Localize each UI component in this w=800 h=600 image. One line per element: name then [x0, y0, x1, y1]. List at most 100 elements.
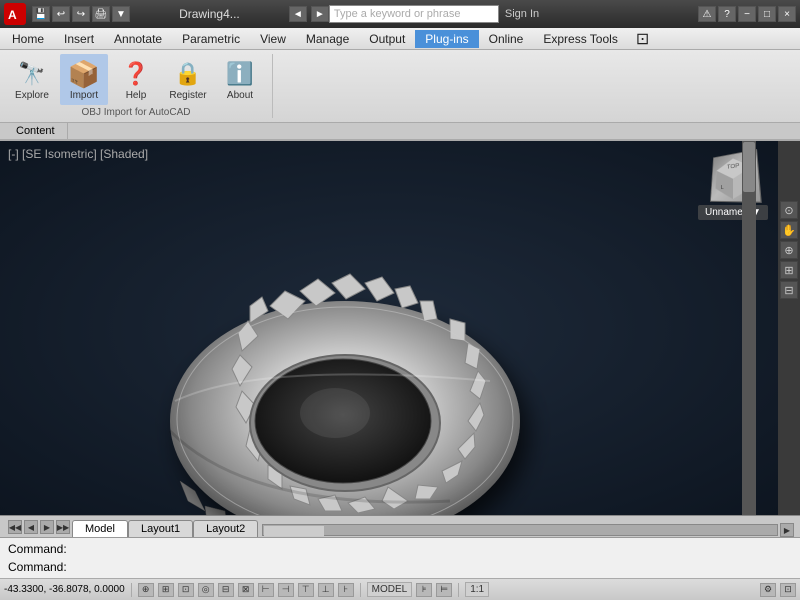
viewcube-label[interactable]: Unnamed ▼ — [698, 205, 768, 220]
tab-layout1[interactable]: Layout1 — [128, 520, 193, 537]
ribbon-btn-import[interactable]: 📦 Import — [60, 54, 108, 105]
status-bar: -43.3300, -36.8078, 0.0000 ⊕ ⊞ ⊡ ◎ ⊟ ⊠ ⊢… — [0, 578, 800, 600]
viewcube[interactable]: TOP L R Unnamed ▼ — [698, 151, 768, 221]
print-btn[interactable]: 🖨 — [92, 6, 110, 22]
rt-orbit-btn[interactable]: ⊙ — [780, 201, 798, 219]
help-label: Help — [126, 90, 147, 101]
register-label: Register — [169, 90, 206, 101]
drawing-title: Drawing4... — [130, 7, 289, 21]
quick-save-btn[interactable]: 💾 — [32, 6, 50, 22]
otrack-btn[interactable]: ⊠ — [238, 583, 254, 597]
ribbon-content: 🔭 Explore 📦 Import ❓ Help 🔒 Register — [0, 50, 800, 122]
rt-extra-btn[interactable]: ⊟ — [780, 281, 798, 299]
model-space-btn[interactable]: MODEL — [367, 582, 413, 597]
tpmode-btn[interactable]: ⊥ — [318, 583, 334, 597]
coords-display: -43.3300, -36.8078, 0.0000 — [4, 584, 125, 595]
main-layout: A 💾 ↩ ↪ 🖨 ▼ Drawing4... ◄ ► Type a keywo… — [0, 0, 800, 600]
search-placeholder: Type a keyword or phrase — [334, 8, 461, 20]
menu-extra[interactable]: ⊡ — [628, 29, 657, 49]
viewport-vscroll[interactable] — [742, 141, 756, 515]
sign-in-link[interactable]: Sign In — [505, 8, 539, 20]
menu-home[interactable]: Home — [2, 30, 54, 48]
tab-last-btn[interactable]: ▶▶ — [56, 520, 70, 534]
grid-btn[interactable]: ⊞ — [158, 583, 174, 597]
menu-online[interactable]: Online — [479, 30, 534, 48]
svg-text:A: A — [8, 8, 17, 22]
undo-btn[interactable]: ↩ — [52, 6, 70, 22]
vscroll-thumb[interactable] — [743, 142, 755, 192]
h-scroll-right-btn[interactable]: ▶ — [780, 523, 794, 537]
explore-label: Explore — [15, 90, 49, 101]
settings-icon[interactable]: ⚙ — [760, 583, 776, 597]
gear-3d — [50, 171, 610, 515]
qprops-btn[interactable]: ⊦ — [338, 583, 354, 597]
right-toolbar: ⊙ ✋ ⊕ ⊞ ⊟ — [778, 141, 800, 515]
menu-plugins[interactable]: Plug-ins — [415, 30, 478, 48]
more-btn[interactable]: ▼ — [112, 6, 130, 22]
tab-next-btn[interactable]: ▶ — [40, 520, 54, 534]
menu-express-tools[interactable]: Express Tools — [533, 30, 627, 48]
h-scroll: ▶ — [258, 523, 800, 537]
command-prompt-1: Command: — [8, 542, 67, 556]
menu-view[interactable]: View — [250, 30, 296, 48]
tab-layout2[interactable]: Layout2 — [193, 520, 258, 537]
h-scroll-thumb[interactable] — [264, 526, 324, 536]
ribbon-btn-explore[interactable]: 🔭 Explore — [8, 54, 56, 105]
tab-bar: ◀◀ ◀ ▶ ▶▶ Model Layout1 Layout2 ▶ — [0, 515, 800, 537]
title-bar: A 💾 ↩ ↪ 🖨 ▼ Drawing4... ◄ ► Type a keywo… — [0, 0, 800, 28]
snap-btn[interactable]: ⊕ — [138, 583, 154, 597]
app-icon: A — [4, 3, 26, 25]
status-sep-2 — [360, 583, 361, 597]
win-restore-btn[interactable]: □ — [758, 6, 776, 22]
h-scroll-track[interactable] — [262, 524, 778, 536]
clean-screen-btn[interactable]: ⊡ — [780, 583, 796, 597]
menu-insert[interactable]: Insert — [54, 30, 104, 48]
help-btn[interactable]: ? — [718, 6, 736, 22]
viewport-label: [-] [SE Isometric] [Shaded] — [8, 147, 148, 161]
win-close-btn[interactable]: × — [778, 6, 796, 22]
dyn-btn[interactable]: ⊣ — [278, 583, 294, 597]
polar-btn[interactable]: ◎ — [198, 583, 214, 597]
ribbon-btn-help[interactable]: ❓ Help — [112, 54, 160, 105]
ducs-btn[interactable]: ⊢ — [258, 583, 274, 597]
ribbon-btn-about[interactable]: ℹ️ About — [216, 54, 264, 105]
search-box[interactable]: Type a keyword or phrase — [329, 5, 499, 23]
about-icon: ℹ️ — [224, 58, 256, 90]
title-bar-left: 💾 ↩ ↪ 🖨 ▼ — [32, 6, 130, 22]
command-area: Command: Command: — [0, 537, 800, 578]
import-icon: 📦 — [68, 58, 100, 90]
menu-output[interactable]: Output — [359, 30, 415, 48]
ortho-btn[interactable]: ⊡ — [178, 583, 194, 597]
rt-zoom-window-btn[interactable]: ⊞ — [780, 261, 798, 279]
menu-annotate[interactable]: Annotate — [104, 30, 172, 48]
alert-btn[interactable]: ⚠ — [698, 6, 716, 22]
help-icon: ❓ — [120, 58, 152, 90]
win-minimize-btn[interactable]: − — [738, 6, 756, 22]
prev-drawing-btn[interactable]: ◄ — [289, 6, 307, 22]
tab-model[interactable]: Model — [72, 520, 128, 537]
menu-manage[interactable]: Manage — [296, 30, 359, 48]
command-line-2: Command: — [8, 558, 792, 576]
register-icon: 🔒 — [172, 58, 204, 90]
lweight-btn[interactable]: ⊤ — [298, 583, 314, 597]
osnap-btn[interactable]: ⊟ — [218, 583, 234, 597]
scale-btn[interactable]: 1:1 — [465, 582, 489, 597]
status-sep-3 — [458, 583, 459, 597]
content-tab[interactable]: Content — [4, 123, 68, 139]
next-drawing-btn[interactable]: ► — [311, 6, 329, 22]
ribbon-btn-register[interactable]: 🔒 Register — [164, 54, 212, 105]
rt-pan-btn[interactable]: ✋ — [780, 221, 798, 239]
model-icon2[interactable]: ⊨ — [436, 583, 452, 597]
command-line-1: Command: — [8, 540, 792, 558]
redo-btn[interactable]: ↪ — [72, 6, 90, 22]
model-icon1[interactable]: ⊧ — [416, 583, 432, 597]
import-label: Import — [70, 90, 98, 101]
viewport[interactable]: [-] [SE Isometric] [Shaded] — [0, 141, 778, 515]
command-prompt-2: Command: — [8, 560, 67, 574]
tab-first-btn[interactable]: ◀◀ — [8, 520, 22, 534]
ribbon: 🔭 Explore 📦 Import ❓ Help 🔒 Register — [0, 50, 800, 141]
menu-parametric[interactable]: Parametric — [172, 30, 250, 48]
rt-zoom-btn[interactable]: ⊕ — [780, 241, 798, 259]
status-sep-1 — [131, 583, 132, 597]
tab-prev-btn[interactable]: ◀ — [24, 520, 38, 534]
